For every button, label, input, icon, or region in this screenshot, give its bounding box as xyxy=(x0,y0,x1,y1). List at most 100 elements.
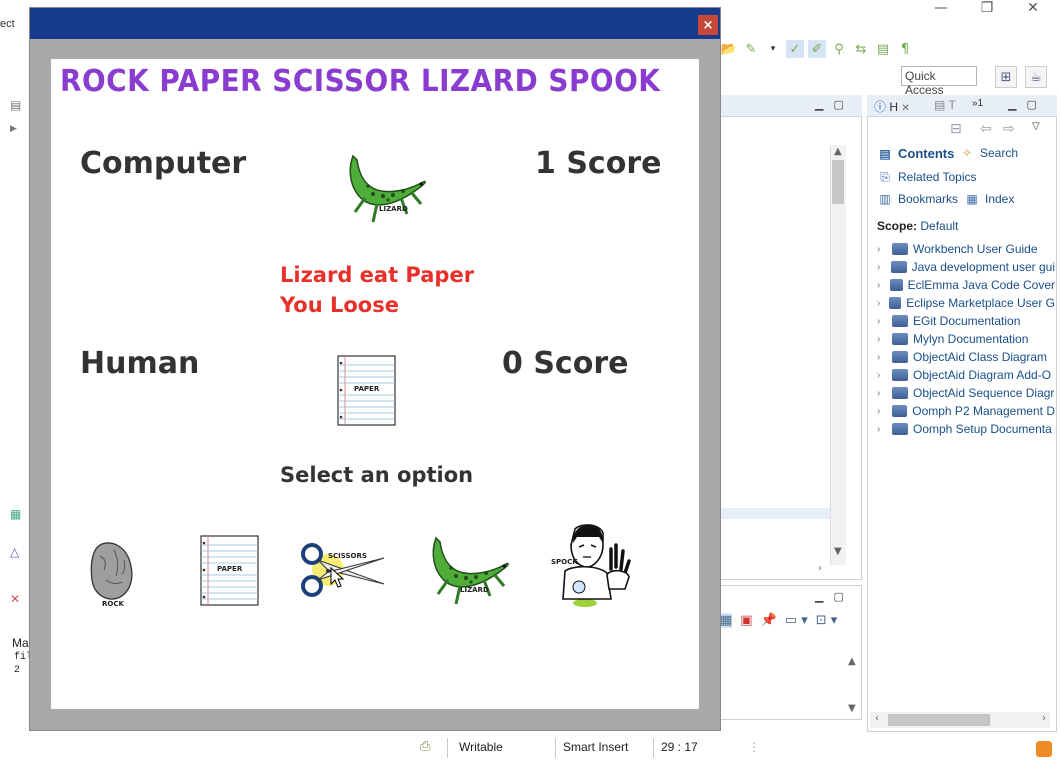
collapse-all-icon[interactable]: ⊟ xyxy=(950,121,962,137)
maximize-view-icon[interactable]: ▢ xyxy=(833,590,843,603)
editor-vertical-scrollbar[interactable] xyxy=(830,145,846,565)
tasks-tab[interactable]: ▤ T xyxy=(934,98,956,112)
help-book-item[interactable]: › EGit Documentation xyxy=(877,312,1055,330)
expand-arrow-icon[interactable]: › xyxy=(877,388,887,399)
rock-option-button[interactable]: ROCK xyxy=(88,540,138,610)
result-outcome: You Loose xyxy=(280,293,399,317)
help-book-item[interactable]: › Java development user gui xyxy=(877,258,1055,276)
expand-arrow-icon[interactable]: › xyxy=(877,316,887,327)
pin-console-icon[interactable]: 📌 xyxy=(761,613,777,628)
terminate-icon[interactable]: ▣ xyxy=(740,613,752,628)
help-book-item[interactable]: › Oomph Setup Documenta xyxy=(877,420,1055,438)
help-related-topics-link[interactable]: ⎘ Related Topics xyxy=(877,170,976,184)
close-window-icon[interactable]: ✕ xyxy=(1023,0,1043,16)
book-icon xyxy=(892,387,908,399)
link-icon[interactable]: ⚲ xyxy=(830,40,848,58)
menu-fragment: ect xyxy=(0,18,15,30)
scroll-right-icon[interactable]: › xyxy=(818,563,822,574)
help-search-link[interactable]: ✧ Search xyxy=(959,146,1018,160)
editor-scroll-thumb[interactable] xyxy=(832,160,844,204)
pin-icon[interactable]: ✓ xyxy=(786,40,804,58)
rss-feed-icon[interactable] xyxy=(1036,741,1052,757)
console-scroll-up-icon[interactable]: ▲ xyxy=(848,656,856,667)
back-icon[interactable]: ⇦ xyxy=(980,121,992,137)
human-choice-caption: PAPER xyxy=(354,385,380,393)
paper-option-button[interactable]: PAPER xyxy=(200,535,259,606)
forward-icon[interactable]: ⇨ xyxy=(1003,121,1015,137)
help-bookmarks-link[interactable]: ▥ Bookmarks xyxy=(877,192,958,206)
highlight-icon[interactable]: ✐ xyxy=(808,40,826,58)
paragraph-icon[interactable]: ¶ xyxy=(896,40,914,58)
game-title: ROCK PAPER SCISSOR LIZARD SPOOK xyxy=(60,64,661,99)
left-triangle-icon[interactable]: △ xyxy=(10,545,19,559)
clear-console-icon[interactable]: ▦ xyxy=(720,613,733,628)
nav-icon[interactable]: ⇆ xyxy=(852,40,870,58)
status-cursor-position: 29 : 17 xyxy=(661,740,698,754)
spock-option-button[interactable]: SPOCK xyxy=(551,523,637,609)
help-index-link[interactable]: ▦ Index xyxy=(964,192,1014,206)
dropdown-arrow-icon[interactable]: ▾ xyxy=(764,40,782,58)
wand-icon[interactable]: ✎ xyxy=(742,40,760,58)
computer-score: 1 Score xyxy=(535,146,662,181)
perspective-icon[interactable]: ⊞ xyxy=(995,66,1017,88)
lizard-option-button[interactable]: LIZARD xyxy=(426,532,512,612)
left-grid-icon[interactable]: ▦ xyxy=(10,507,21,521)
minimize-view-icon[interactable]: ▁ xyxy=(815,590,823,603)
restore-icon[interactable]: ❐ xyxy=(977,0,997,16)
doc-icon[interactable]: ▤ xyxy=(874,40,892,58)
scroll-down-icon[interactable]: ▼ xyxy=(834,546,842,557)
help-book-item[interactable]: › Workbench User Guide xyxy=(877,240,1055,258)
expand-arrow-icon[interactable]: › xyxy=(877,352,887,363)
maximize-view-icon[interactable]: ▢ xyxy=(833,98,843,111)
bookmarks-icon: ▥ xyxy=(879,192,891,206)
help-book-item[interactable]: › EclEmma Java Code Cover xyxy=(877,276,1055,294)
quick-access-input[interactable]: Quick Access xyxy=(901,66,977,97)
help-book-item[interactable]: › ObjectAid Class Diagram xyxy=(877,348,1055,366)
scope-value[interactable]: Default xyxy=(920,219,958,233)
help-tab[interactable]: ⓘ H ✕ xyxy=(874,98,910,115)
more-tabs-indicator[interactable]: »1 xyxy=(972,98,983,109)
expand-arrow-icon[interactable]: › xyxy=(877,334,887,345)
java-perspective-icon[interactable]: ☕ xyxy=(1025,66,1047,88)
console-scroll-down-icon[interactable]: ▼ xyxy=(848,703,856,714)
expand-arrow-icon[interactable]: › xyxy=(877,262,886,273)
expand-arrow-icon[interactable]: › xyxy=(877,424,887,435)
help-scroll-right-icon[interactable]: › xyxy=(1042,713,1046,724)
expand-arrow-icon[interactable]: › xyxy=(877,298,884,309)
help-link-label: Bookmarks xyxy=(898,192,959,206)
minimize-view-icon[interactable]: ▁ xyxy=(815,98,823,111)
expand-arrow-icon[interactable]: › xyxy=(877,406,887,417)
scroll-up-icon[interactable]: ▲ xyxy=(834,146,842,157)
help-book-item[interactable]: › Mylyn Documentation xyxy=(877,330,1055,348)
open-folder-icon[interactable]: 📂 xyxy=(720,40,738,58)
left-error-icon[interactable]: ✕ xyxy=(10,592,20,606)
left-expand-icon[interactable]: ▶ xyxy=(10,124,17,134)
open-console-icon[interactable]: ⊡ ▾ xyxy=(816,613,838,628)
help-book-item[interactable]: › ObjectAid Diagram Add-O xyxy=(877,366,1055,384)
expand-arrow-icon[interactable]: › xyxy=(877,370,887,381)
search-icon: ✧ xyxy=(961,146,973,160)
scissors-icon xyxy=(301,543,385,597)
help-scroll-thumb[interactable] xyxy=(888,714,990,726)
display-console-icon[interactable]: ▭ ▾ xyxy=(785,613,808,628)
close-tab-icon[interactable]: ✕ xyxy=(901,103,909,114)
maximize-view-icon[interactable]: ▢ xyxy=(1026,98,1036,111)
expand-arrow-icon[interactable]: › xyxy=(877,244,887,255)
game-titlebar[interactable] xyxy=(30,8,720,39)
left-view-icon[interactable]: ▤ xyxy=(10,98,21,112)
minimize-view-icon[interactable]: ▁ xyxy=(1008,98,1016,111)
book-icon xyxy=(892,423,908,435)
view-menu-icon[interactable]: ▽ xyxy=(1032,121,1040,132)
console-toolbar: ▦ ▣ 📌 ▭ ▾ ⊡ ▾ xyxy=(720,613,837,628)
scissors-option-button[interactable]: SCISSORS xyxy=(298,540,390,602)
help-book-item[interactable]: › Oomph P2 Management D xyxy=(877,402,1055,420)
close-button[interactable]: × xyxy=(698,15,718,35)
console-panel xyxy=(720,585,862,720)
help-scroll-left-icon[interactable]: ‹ xyxy=(875,713,879,724)
help-contents-link[interactable]: ▤ Contents xyxy=(877,146,954,161)
help-min-max: ▁ ▢ xyxy=(1008,98,1037,111)
help-book-item[interactable]: › Eclipse Marketplace User G xyxy=(877,294,1055,312)
minimize-icon[interactable]: — xyxy=(931,0,951,16)
help-book-item[interactable]: › ObjectAid Sequence Diagr xyxy=(877,384,1055,402)
expand-arrow-icon[interactable]: › xyxy=(877,280,885,291)
